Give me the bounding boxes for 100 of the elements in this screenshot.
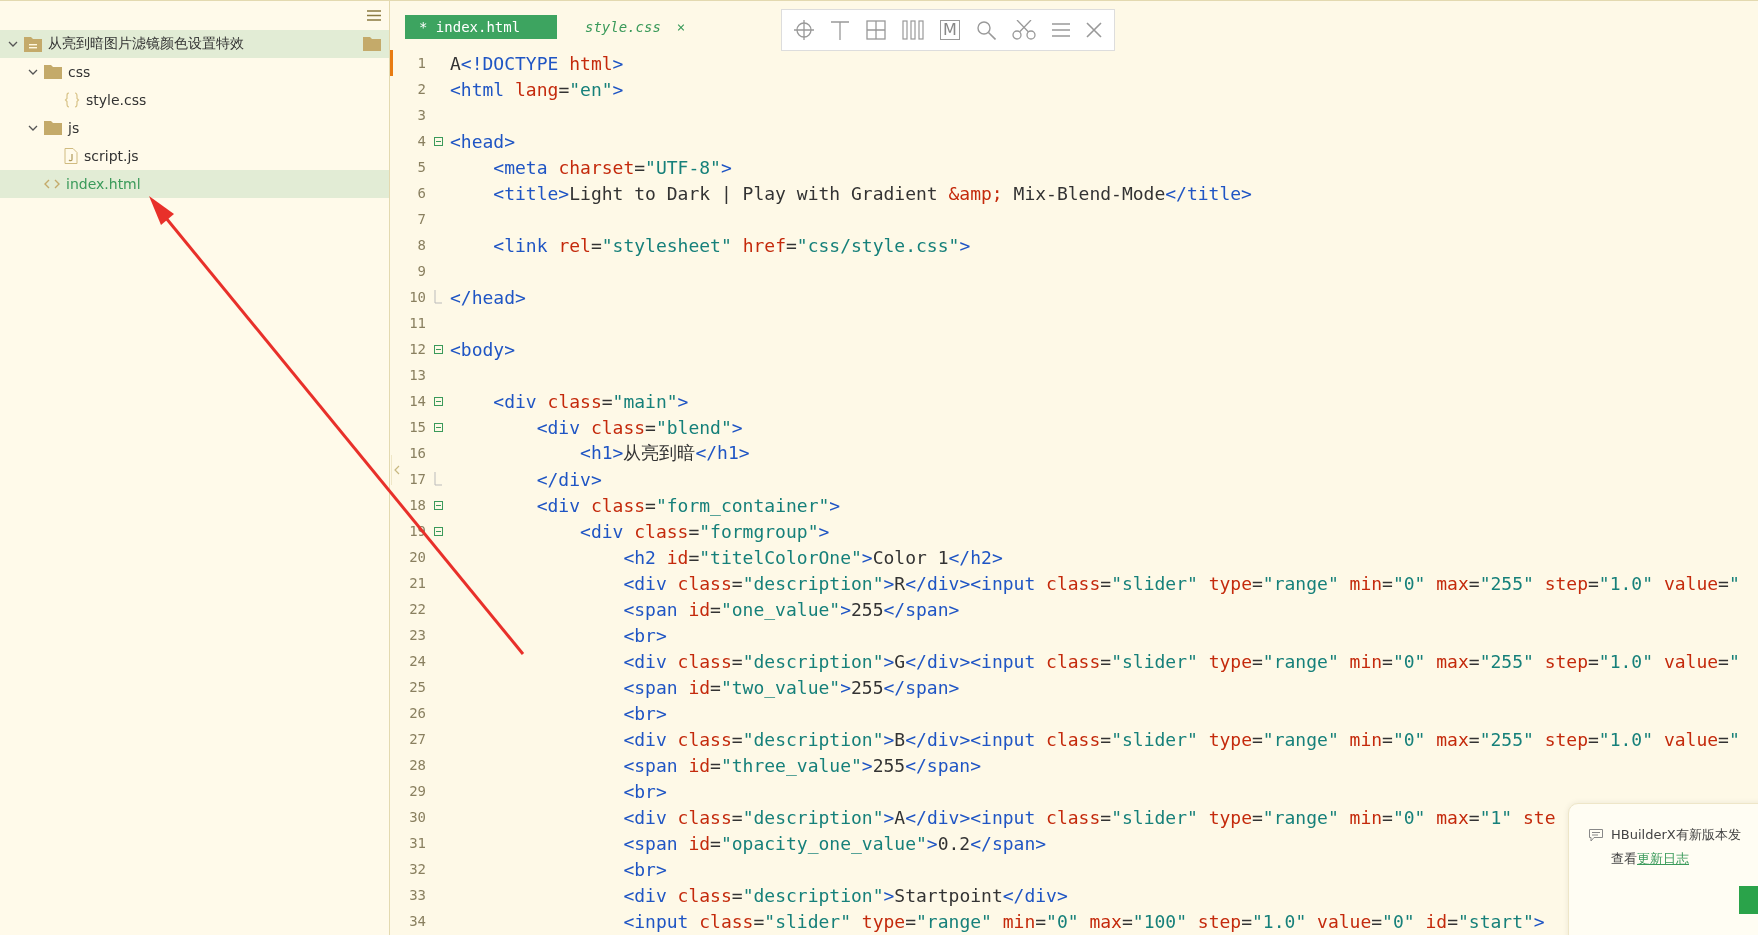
line-number: 20: [408, 549, 426, 565]
fold-icon[interactable]: [433, 526, 443, 536]
code-line: <div class="main">: [492, 390, 689, 412]
code-line: <meta charset="UTF-8">: [492, 156, 732, 178]
code-line: </div>: [535, 468, 602, 490]
code-line: <head>: [450, 130, 516, 152]
line-number: 34: [408, 913, 426, 929]
grid-icon[interactable]: [866, 20, 886, 40]
folder-icon: [44, 121, 62, 135]
code-line: </head>: [450, 286, 526, 308]
line-number: 10: [408, 289, 426, 305]
line-number: 30: [408, 809, 426, 825]
notification-text: 查看更新日志: [1610, 850, 1690, 868]
line-number: 16: [408, 445, 426, 461]
tree-item[interactable]: script.js: [0, 142, 389, 170]
code-line: <span id="three_value">255</span>: [622, 754, 982, 776]
code-line: <div class="description">B</div><input class="slider" type="range" min="0" max="255" step="1.0" value=": [622, 728, 1740, 750]
project-icon: [24, 36, 42, 52]
fold-icon[interactable]: [433, 344, 443, 354]
fold-icon[interactable]: [433, 500, 443, 510]
code-line: <div class="form_container">: [535, 494, 841, 516]
line-number: 17: [408, 471, 426, 487]
line-number: 9: [416, 263, 426, 279]
line-number: 4: [416, 133, 426, 149]
tree-item[interactable]: css: [0, 58, 389, 86]
line-number: 22: [408, 601, 426, 617]
code-line: <div class="description">A</div><input class="slider" type="range" min="0" max="1" ste: [622, 806, 1556, 828]
code-line: <span id="opacity_one_value">0.2</span>: [622, 832, 1047, 854]
file-icon: [64, 148, 78, 164]
close-icon[interactable]: [1085, 22, 1102, 38]
line-number: 5: [416, 159, 426, 175]
menu-icon[interactable]: [1051, 22, 1070, 38]
line-number: 23: [408, 627, 426, 643]
code-line: A<!DOCTYPE html>: [450, 52, 624, 74]
fold-icon[interactable]: [433, 396, 443, 406]
code-line: <div class="description">G</div><input class="slider" type="range" min="0" max="255" step="1.0" value=": [622, 650, 1740, 672]
code-line: <html lang="en">: [450, 78, 624, 100]
code-line: <span id="one_value">255</span>: [622, 598, 960, 620]
line-number: 24: [408, 653, 426, 669]
code-line: <input class="slider" type="range" min="0" max="100" step="1.0" value="0" id="start">: [622, 910, 1545, 932]
line-number: 28: [408, 757, 426, 773]
line-number: 14: [408, 393, 426, 409]
tree-item[interactable]: 从亮到暗图片滤镜颜色设置特效: [0, 30, 389, 58]
line-number: 18: [408, 497, 426, 513]
code-line: <br>: [622, 624, 667, 646]
close-icon[interactable]: ×: [676, 19, 686, 35]
line-number: 11: [408, 315, 426, 331]
line-number: 15: [408, 419, 426, 435]
tree-item[interactable]: style.css: [0, 86, 389, 114]
code-line: <br>: [622, 780, 667, 802]
scissors-icon[interactable]: [1011, 20, 1036, 40]
message-icon: [1589, 828, 1603, 842]
line-number: 21: [408, 575, 426, 591]
chevron-icon[interactable]: [28, 124, 38, 132]
fold-icon[interactable]: [433, 422, 443, 432]
notification-message: HBuilderX有新版本发: [1611, 826, 1741, 844]
code-line: <div class="description">R</div><input class="slider" type="range" min="0" max="255" step="1.0" value=": [622, 572, 1740, 594]
code-line: <br>: [622, 858, 667, 880]
braces-icon: [64, 92, 80, 108]
line-number: 3: [416, 107, 426, 123]
line-number: 13: [408, 367, 426, 383]
tree-item[interactable]: js: [0, 114, 389, 142]
tab[interactable]: style.css ×: [571, 15, 700, 39]
line-number: 29: [408, 783, 426, 799]
code-line: <title>Light to Dark | Play with Gradient &amp; Mix-Blend-Mode</title>: [492, 182, 1252, 204]
code-line: <br>: [622, 702, 667, 724]
line-number: 32: [408, 861, 426, 877]
search-icon[interactable]: [975, 20, 996, 40]
line-number: 33: [408, 887, 426, 903]
line-number: 12: [408, 341, 426, 357]
line-number: 31: [408, 835, 426, 851]
code-line: <div class="description">Startpoint</div>: [622, 884, 1068, 906]
code-line: <body>: [450, 338, 516, 360]
crosshair-icon[interactable]: [794, 20, 814, 40]
fold-icon[interactable]: [433, 136, 443, 146]
tee-icon[interactable]: [830, 20, 850, 40]
changelog-link[interactable]: 更新日志: [1637, 851, 1689, 866]
code-line: <link rel="stylesheet" href="css/style.css">: [492, 234, 971, 256]
code-line: <h1>从亮到暗</h1>: [579, 441, 750, 465]
code-line: <span id="two_value">255</span>: [622, 676, 960, 698]
code-icon: [44, 179, 60, 189]
line-number: 2: [416, 81, 426, 97]
folder-icon: [44, 65, 62, 79]
chevron-icon[interactable]: [28, 68, 38, 76]
line-number: 8: [416, 237, 426, 253]
code-line: <h2 id="titelColorOne">Color 1</h2>: [622, 546, 1003, 568]
line-number: 7: [416, 211, 426, 227]
line-number: 1: [416, 55, 426, 71]
code-line: <div class="blend">: [535, 416, 743, 438]
code-line: <div class="formgroup">: [579, 520, 830, 542]
line-number: 25: [408, 679, 426, 695]
columns-icon[interactable]: [902, 20, 924, 40]
menu-icon[interactable]: [367, 10, 381, 21]
chevron-icon[interactable]: [8, 40, 18, 48]
fold-end-mark: [433, 472, 443, 486]
tree-item[interactable]: index.html: [0, 170, 389, 198]
folder-icon[interactable]: [363, 37, 381, 51]
markdown-button[interactable]: M: [940, 20, 960, 40]
tab[interactable]: * index.html: [405, 15, 557, 39]
line-number: 26: [408, 705, 426, 721]
